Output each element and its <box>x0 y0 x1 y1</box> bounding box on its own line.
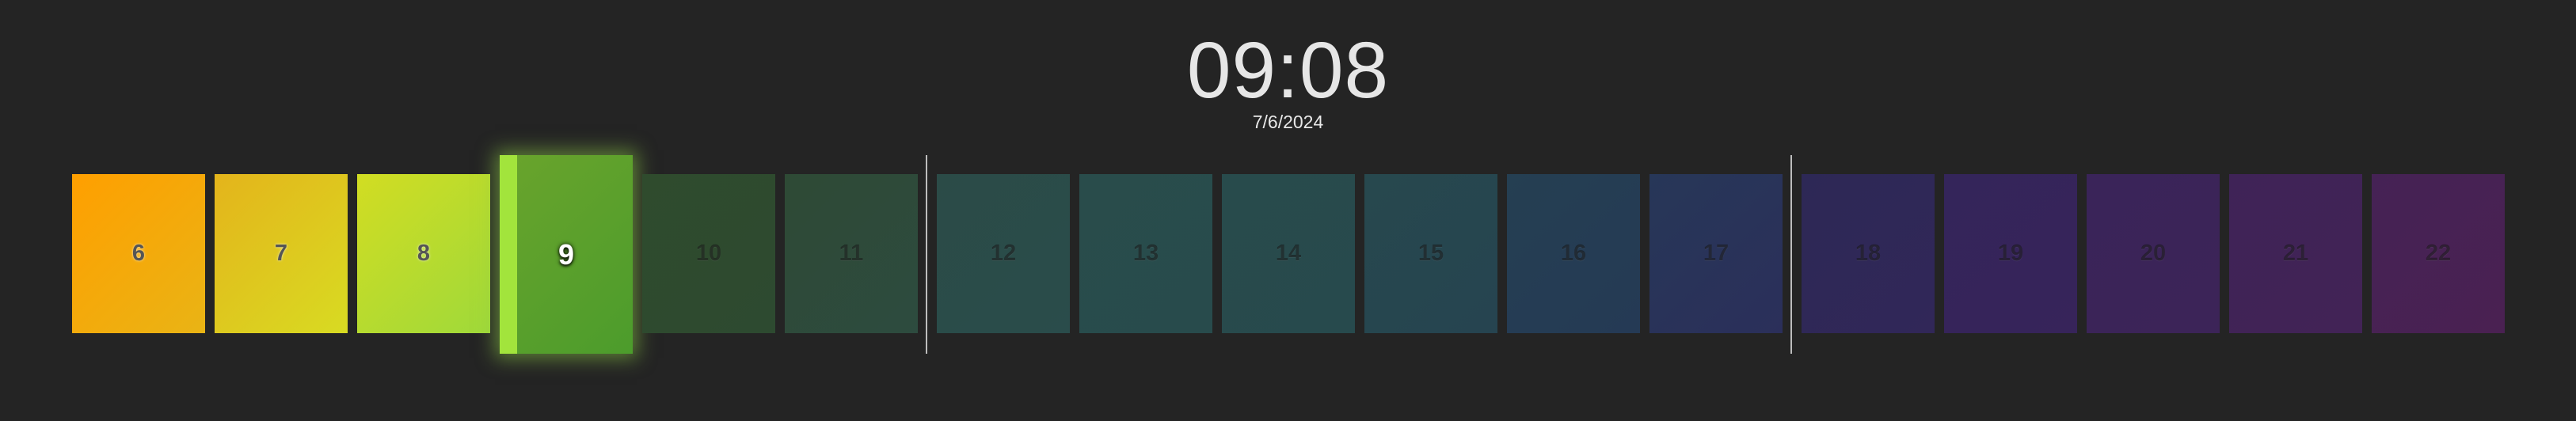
hour-tile[interactable]: 22 <box>2372 174 2505 333</box>
hour-tile[interactable]: 19 <box>1944 174 2077 333</box>
hour-label: 14 <box>1275 241 1302 266</box>
hour-tile[interactable]: 13 <box>1079 174 1212 333</box>
hour-tile[interactable]: 7 <box>215 174 348 333</box>
hour-tile[interactable]: 17 <box>1649 174 1783 333</box>
hour-tile-current[interactable]: 9 <box>500 155 633 354</box>
hour-label: 9 <box>557 237 575 271</box>
hour-label: 22 <box>2425 241 2452 266</box>
hour-tile[interactable]: 18 <box>1802 174 1935 333</box>
hour-tile[interactable]: 10 <box>642 174 775 333</box>
hour-label: 18 <box>1855 241 1882 266</box>
hour-timeline-app: 09:08 7/6/2024 6 7 8 9 10 11 12 13 14 15 16 17 18 19 2… <box>0 0 2576 421</box>
period-divider <box>1790 155 1792 354</box>
hour-progress-bar <box>500 155 518 354</box>
hour-tile[interactable]: 8 <box>357 174 490 333</box>
period-divider <box>926 155 927 354</box>
hour-tile[interactable]: 6 <box>72 174 205 333</box>
hour-strip: 6 7 8 9 10 11 12 13 14 15 16 17 18 19 20 21 22 <box>0 0 2576 421</box>
hour-tile[interactable]: 16 <box>1507 174 1640 333</box>
hour-label: 6 <box>131 241 146 266</box>
hour-label: 19 <box>1997 241 2024 266</box>
hour-tile[interactable]: 20 <box>2087 174 2220 333</box>
hour-tile[interactable]: 21 <box>2229 174 2362 333</box>
hour-tile[interactable]: 15 <box>1364 174 1497 333</box>
hour-label: 16 <box>1560 241 1587 266</box>
hour-tile[interactable]: 11 <box>785 174 918 333</box>
hour-label: 13 <box>1132 241 1159 266</box>
hour-label: 12 <box>990 241 1017 266</box>
hour-label: 20 <box>2140 241 2167 266</box>
hour-label: 7 <box>274 241 288 266</box>
hour-tile[interactable]: 12 <box>937 174 1070 333</box>
hour-tile[interactable]: 14 <box>1222 174 1355 333</box>
hour-label: 15 <box>1417 241 1444 266</box>
hour-label: 21 <box>2282 241 2309 266</box>
hour-label: 10 <box>695 241 722 266</box>
hour-label: 11 <box>839 241 864 266</box>
hour-label: 17 <box>1703 241 1729 266</box>
hour-label: 8 <box>417 241 431 266</box>
